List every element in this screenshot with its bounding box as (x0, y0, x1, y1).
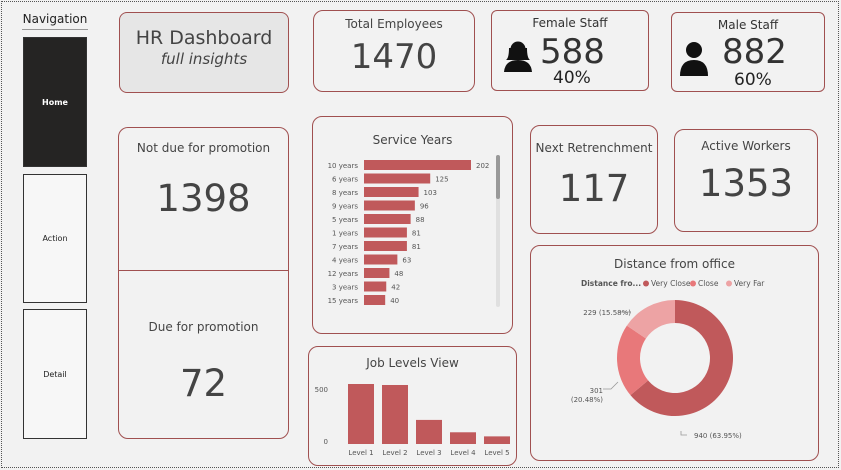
service-years-tick-label: 12 years (328, 270, 359, 278)
total-employees-value: 1470 (350, 37, 438, 77)
service-years-bar[interactable] (364, 295, 386, 305)
female-staff-card: Female Staff 588 40% (491, 10, 649, 91)
job-levels-bar[interactable] (382, 384, 408, 444)
distance-data-label: (20.48%) (571, 396, 603, 404)
leader-line (603, 381, 619, 390)
distance-card: Distance from office Distance fro... Very… (530, 245, 819, 461)
distance-legend-item[interactable]: Very Close (651, 279, 691, 288)
distance-legend-item[interactable]: Very Far (734, 279, 765, 288)
service-years-data-label: 42 (391, 284, 400, 292)
scrollbar-thumb[interactable] (496, 155, 500, 199)
service-years-data-label: 81 (412, 243, 421, 251)
distance-data-label: 301 (590, 387, 603, 395)
distance-legend-marker (690, 280, 696, 287)
service-years-data-label: 96 (420, 203, 429, 211)
male-staff-value: 882 (722, 32, 787, 72)
service-years-tick-label: 4 years (332, 257, 358, 265)
service-years-tick-label: 15 years (328, 297, 359, 305)
male-staff-card: Male Staff 882 60% (671, 12, 825, 92)
not-due-label: Not due for promotion (136, 141, 271, 155)
female-staff-value: 588 (540, 32, 605, 72)
job-levels-x-tick: Level 4 (450, 449, 476, 457)
service-years-data-label: 202 (476, 162, 489, 170)
service-years-data-label: 125 (435, 176, 448, 184)
service-years-tick-label: 9 years (332, 203, 358, 211)
female-staff-pct: 40% (553, 68, 591, 88)
service-years-bar[interactable] (364, 227, 407, 238)
service-years-data-label: 88 (416, 216, 425, 224)
job-levels-card: Job Levels View 500 0 Level 1 Level 2 Level … (308, 346, 517, 466)
job-levels-bar[interactable] (416, 419, 442, 444)
distance-data-label: 229 (15.58%) (583, 309, 631, 317)
nav-detail-button[interactable]: Detail (23, 309, 87, 439)
service-years-bar[interactable] (364, 254, 398, 265)
title-card: HR Dashboard full insights (119, 12, 289, 93)
total-employees-label: Total Employees (345, 17, 443, 31)
total-employees-card: Total Employees 1470 (313, 10, 475, 92)
active-workers-label: Active Workers (701, 139, 791, 153)
nav-action-button[interactable]: Action (23, 174, 87, 303)
due-label: Due for promotion (148, 320, 259, 334)
service-years-bar[interactable] (364, 268, 390, 278)
job-levels-x-tick: Level 5 (484, 449, 509, 457)
job-levels-x-tick: Level 3 (416, 449, 441, 457)
retrenchment-value: 117 (558, 167, 630, 210)
service-years-bar[interactable] (364, 200, 415, 211)
service-years-data-label: 48 (394, 270, 403, 278)
nav-title: Navigation (22, 12, 88, 30)
service-years-bar[interactable] (364, 241, 407, 251)
service-years-data-label: 81 (412, 230, 421, 238)
female-staff-label: Female Staff (532, 16, 608, 30)
due-value: 72 (179, 362, 228, 405)
job-levels-bar[interactable] (484, 436, 510, 444)
distance-legend-item[interactable]: Close (698, 279, 719, 288)
active-workers-value: 1353 (698, 162, 794, 205)
promotion-divider (119, 270, 288, 271)
page-title: HR Dashboard (135, 27, 273, 49)
page-subtitle: full insights (160, 50, 248, 68)
service-years-data-label: 40 (390, 297, 399, 305)
service-years-tick-label: 3 years (332, 284, 358, 292)
male-person-icon (678, 40, 710, 80)
service-years-tick-label: 6 years (332, 176, 358, 184)
service-years-bar[interactable] (364, 281, 387, 292)
job-levels-x-tick: Level 2 (382, 449, 407, 457)
promotion-card: Not due for promotion 1398 Due for promo… (118, 127, 289, 439)
job-levels-y-tick: 0 (324, 438, 328, 446)
retrenchment-label: Next Retrenchment (535, 141, 653, 155)
job-levels-x-tick: Level 1 (348, 449, 373, 457)
distance-legend-marker (726, 280, 732, 287)
service-years-card: Service Years 10 years 202 6 years 125 8 yea… (312, 116, 513, 334)
service-years-data-label: 103 (424, 189, 437, 197)
female-person-icon (501, 38, 535, 76)
distance-legend-title: Distance fro... (581, 279, 641, 288)
male-staff-label: Male Staff (717, 18, 779, 32)
job-levels-bar[interactable] (348, 384, 374, 444)
service-years-bar[interactable] (364, 160, 471, 170)
distance-data-label: 940 (63.95%) (694, 432, 742, 440)
distance-legend-marker (643, 280, 649, 287)
job-levels-y-tick: 500 (315, 386, 328, 394)
distance-chart: Distance fro... Very Close Close Very Far 94… (571, 279, 765, 440)
job-levels-chart: 500 0 Level 1 Level 2 Level 3 Level 4 Level 5 (315, 384, 510, 457)
service-years-tick-label: 10 years (328, 162, 359, 170)
service-years-bar[interactable] (364, 173, 431, 184)
retrenchment-card: Next Retrenchment 117 (530, 125, 658, 234)
service-years-data-label: 63 (402, 257, 411, 265)
nav-home-button[interactable]: Home (23, 37, 87, 167)
active-workers-card: Active Workers 1353 (674, 129, 818, 232)
service-years-tick-label: 7 years (332, 243, 358, 251)
service-years-scrollbar[interactable] (496, 155, 500, 307)
service-years-tick-label: 5 years (332, 216, 358, 224)
service-years-chart: 10 years 202 6 years 125 8 years 103 9 years 96… (328, 160, 489, 305)
service-years-bar[interactable] (364, 187, 419, 197)
job-levels-bar[interactable] (450, 432, 476, 444)
service-years-tick-label: 1 years (332, 230, 358, 238)
leader-line (680, 431, 687, 436)
male-staff-pct: 60% (734, 70, 772, 90)
not-due-value: 1398 (156, 177, 251, 220)
service-years-tick-label: 8 years (332, 189, 358, 197)
service-years-bar[interactable] (364, 214, 411, 224)
